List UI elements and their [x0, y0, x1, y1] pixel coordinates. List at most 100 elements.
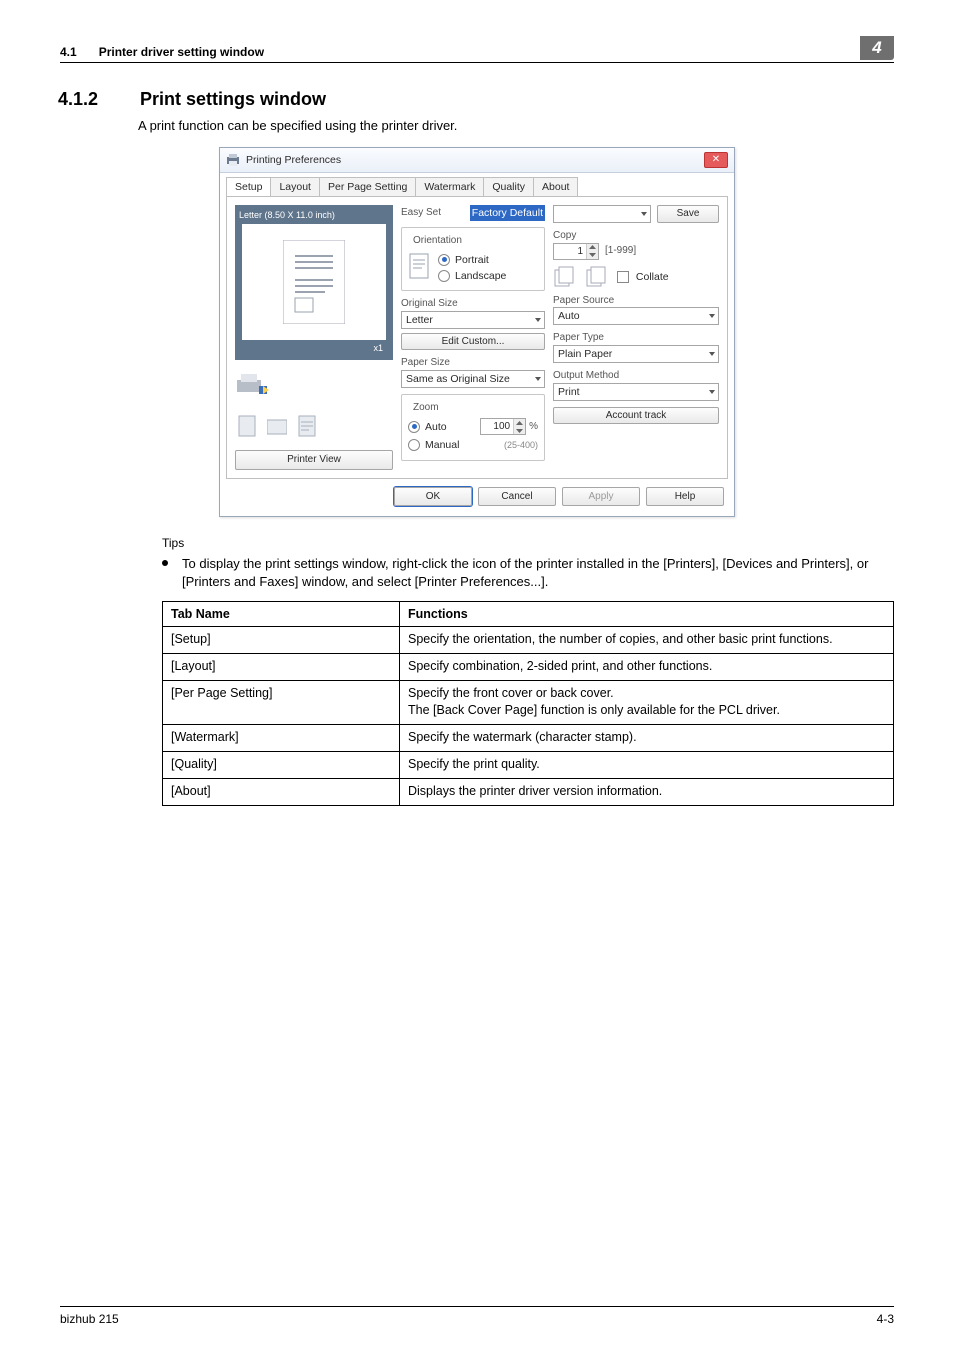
easy-set-save-button[interactable]: Save	[657, 205, 719, 223]
edit-custom-button[interactable]: Edit Custom...	[401, 333, 545, 351]
tab-quality[interactable]: Quality	[483, 177, 534, 196]
orientation-portrait-label: Portrait	[455, 253, 489, 267]
paper-type-label: Paper Type	[553, 331, 719, 345]
paper-size-label: Paper Size	[401, 356, 545, 370]
easy-set-value: Factory Default	[470, 205, 545, 221]
zoom-manual-radio[interactable]: Manual	[408, 437, 459, 453]
printer-view-button[interactable]: Printer View	[235, 450, 393, 470]
table-header-functions: Functions	[400, 601, 894, 627]
ok-button[interactable]: OK	[394, 487, 472, 507]
preview-thumb-row	[235, 368, 393, 402]
collate-icon-2	[585, 266, 611, 288]
printer-icon	[226, 153, 240, 167]
zoom-value: 100	[481, 419, 513, 434]
radio-unchecked-icon	[438, 270, 450, 282]
header-section-title: Printer driver setting window	[99, 44, 264, 60]
table-cell-tabname: [Watermark]	[163, 724, 400, 751]
table-cell-tabname: [Quality]	[163, 751, 400, 778]
table-cell-functions: Specify the print quality.	[400, 751, 894, 778]
account-track-button[interactable]: Account track	[553, 407, 719, 425]
chapter-badge: 4	[860, 36, 894, 60]
table-row: [Quality]Specify the print quality.	[163, 751, 894, 778]
copy-label: Copy	[553, 229, 719, 243]
help-button[interactable]: Help	[646, 487, 724, 507]
footer-product: bizhub 215	[60, 1311, 119, 1327]
tab-strip: Setup Layout Per Page Setting Watermark …	[220, 173, 734, 196]
table-cell-tabname: [Layout]	[163, 654, 400, 681]
zoom-group: Zoom Auto 100	[401, 394, 545, 461]
collate-checkbox[interactable]: Collate	[617, 270, 669, 284]
cancel-button[interactable]: Cancel	[478, 487, 556, 507]
orientation-doc-icon	[408, 252, 430, 280]
orientation-landscape-label: Landscape	[455, 269, 506, 283]
paper-type-select[interactable]: Plain Paper	[553, 345, 719, 363]
table-cell-tabname: [Setup]	[163, 627, 400, 654]
table-cell-tabname: [About]	[163, 778, 400, 805]
orientation-portrait-radio[interactable]: Portrait	[438, 252, 506, 268]
table-row: [Per Page Setting]Specify the front cove…	[163, 681, 894, 725]
collate-label: Collate	[636, 271, 669, 283]
copy-range-label: [1-999]	[605, 244, 636, 258]
tab-layout[interactable]: Layout	[270, 177, 320, 196]
apply-button[interactable]: Apply	[562, 487, 640, 507]
copy-count-value: 1	[554, 244, 586, 259]
paper-size-select[interactable]: Same as Original Size	[401, 370, 545, 388]
table-cell-functions: Specify the front cover or back cover. T…	[400, 681, 894, 725]
easy-set-dropdown[interactable]	[553, 205, 651, 223]
zoom-auto-label: Auto	[425, 420, 447, 434]
zoom-legend: Zoom	[410, 401, 442, 415]
spinner-up-icon[interactable]	[514, 419, 525, 427]
table-header-tabname: Tab Name	[163, 601, 400, 627]
table-row: [About]Displays the printer driver versi…	[163, 778, 894, 805]
radio-checked-icon	[438, 254, 450, 266]
orientation-landscape-radio[interactable]: Landscape	[438, 268, 506, 284]
watermark-thumb-icon[interactable]	[297, 414, 317, 438]
zoom-value-spinner[interactable]: 100	[480, 418, 526, 435]
table-row: [Setup]Specify the orientation, the numb…	[163, 627, 894, 654]
tab-about[interactable]: About	[533, 177, 578, 196]
tab-per-page-setting[interactable]: Per Page Setting	[319, 177, 416, 196]
tab-setup[interactable]: Setup	[226, 177, 271, 196]
original-size-select[interactable]: Letter	[401, 311, 545, 329]
printer-preview-icon[interactable]	[237, 372, 269, 398]
portrait-thumb-icon[interactable]	[237, 414, 257, 438]
printing-preferences-dialog: Printing Preferences ✕ Setup Layout Per …	[219, 147, 735, 517]
spinner-down-icon[interactable]	[587, 251, 598, 259]
landscape-thumb-icon[interactable]	[267, 414, 287, 438]
output-method-select[interactable]: Print	[553, 383, 719, 401]
orientation-group: Orientation Portrait	[401, 227, 545, 291]
paper-source-select[interactable]: Auto	[553, 307, 719, 325]
table-cell-functions: Specify combination, 2-sided print, and …	[400, 654, 894, 681]
preview-multiplier: x1	[239, 342, 389, 356]
zoom-range-label: (25-400)	[504, 439, 538, 451]
page-footer: bizhub 215 4-3	[60, 1306, 894, 1327]
bullet-icon	[162, 560, 168, 566]
radio-checked-icon	[408, 421, 420, 433]
orientation-legend: Orientation	[410, 234, 465, 248]
dialog-titlebar[interactable]: Printing Preferences ✕	[220, 148, 734, 173]
dialog-title: Printing Preferences	[246, 153, 698, 167]
close-icon[interactable]: ✕	[704, 152, 728, 168]
checkbox-unchecked-icon	[617, 271, 629, 283]
footer-page: 4-3	[877, 1311, 894, 1327]
tips-heading: Tips	[162, 535, 894, 551]
tab-watermark[interactable]: Watermark	[415, 177, 484, 196]
collate-icon-1	[553, 266, 579, 288]
page-header: 4.1 Printer driver setting window 4	[60, 36, 894, 63]
zoom-unit: %	[529, 420, 538, 434]
zoom-auto-radio[interactable]: Auto	[408, 419, 447, 435]
tips-block: Tips To display the print settings windo…	[162, 535, 894, 590]
radio-unchecked-icon	[408, 439, 420, 451]
spinner-down-icon[interactable]	[514, 427, 525, 435]
section-number: 4.1.2	[58, 87, 118, 111]
table-cell-tabname: [Per Page Setting]	[163, 681, 400, 725]
original-size-label: Original Size	[401, 297, 545, 311]
spinner-up-icon[interactable]	[587, 244, 598, 252]
table-cell-functions: Specify the orientation, the number of c…	[400, 627, 894, 654]
section-heading: 4.1.2 Print settings window	[58, 87, 894, 111]
paper-source-label: Paper Source	[553, 294, 719, 308]
tabs-function-table: Tab Name Functions [Setup]Specify the or…	[162, 601, 894, 806]
tips-text: To display the print settings window, ri…	[182, 555, 894, 590]
copy-count-spinner[interactable]: 1	[553, 243, 599, 260]
paper-preview: Letter (8.50 X 11.0 inch)	[235, 205, 393, 360]
